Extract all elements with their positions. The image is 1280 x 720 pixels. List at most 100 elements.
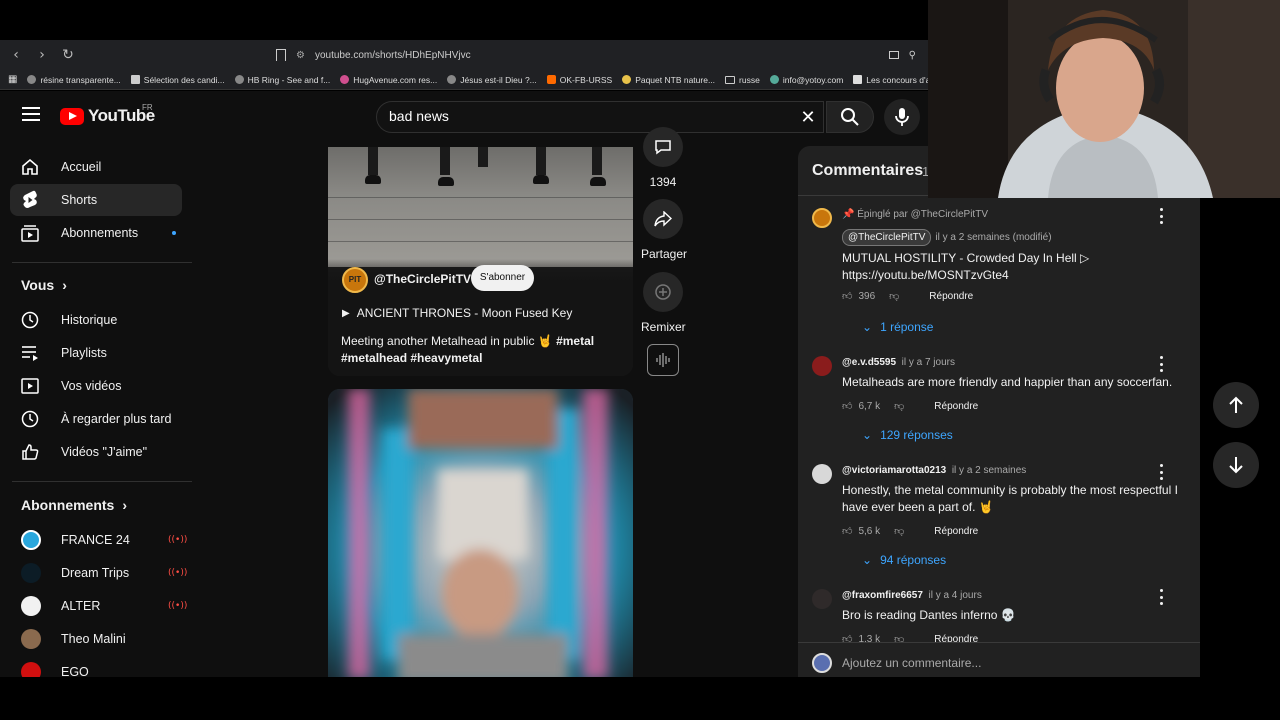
- subscription-channel[interactable]: FRANCE 24 ((•)): [10, 524, 187, 556]
- forward-icon[interactable]: ›: [34, 47, 50, 63]
- remix-action[interactable]: Remixer: [641, 272, 686, 334]
- more-options-icon[interactable]: [1156, 356, 1166, 372]
- sidebar-item-liked-videos[interactable]: Vidéos "J'aime": [10, 436, 182, 468]
- reply-button[interactable]: Répondre: [929, 291, 973, 302]
- bookmark-folder[interactable]: russe: [725, 75, 760, 85]
- live-icon: ((•)): [168, 535, 188, 545]
- channel-avatar[interactable]: PIT: [342, 267, 368, 293]
- avatar: [21, 530, 41, 550]
- bookmark-item[interactable]: résine transparente...: [27, 75, 121, 85]
- sound-button[interactable]: [647, 344, 679, 376]
- site-settings-icon[interactable]: ⚙: [296, 50, 305, 61]
- bookmark-star-icon[interactable]: [276, 49, 286, 61]
- more-options-icon[interactable]: [1156, 464, 1166, 480]
- bookmark-item[interactable]: Sélection des candi...: [130, 75, 225, 85]
- voice-search-button[interactable]: [884, 99, 920, 135]
- comment-author[interactable]: @victoriamarotta0213: [842, 465, 946, 476]
- remix-icon[interactable]: [643, 272, 683, 312]
- reply-button[interactable]: Répondre: [934, 526, 978, 537]
- search-button[interactable]: [826, 101, 874, 133]
- sidebar-item-label: Historique: [61, 313, 118, 327]
- comment-input[interactable]: Ajoutez un commentaire...: [842, 656, 981, 670]
- sidebar-item-home[interactable]: Accueil: [10, 151, 182, 183]
- subscription-channel[interactable]: Dream Trips ((•)): [10, 557, 187, 589]
- channel-name[interactable]: @TheCirclePitTV: [374, 272, 471, 286]
- reload-icon[interactable]: ↻: [60, 47, 76, 63]
- share-action[interactable]: Partager: [641, 199, 687, 261]
- apps-grid-icon[interactable]: ▦: [8, 74, 17, 85]
- subscription-channel[interactable]: EGO: [10, 656, 182, 677]
- sidebar-item-shorts[interactable]: Shorts: [10, 184, 182, 216]
- search-box[interactable]: bad news ✕: [376, 101, 824, 133]
- bookmark-favicon-icon: [234, 75, 244, 84]
- view-replies-button[interactable]: ⌄ 1 réponse: [862, 320, 933, 334]
- play-icon: ▶: [342, 307, 350, 319]
- clear-search-icon[interactable]: ✕: [797, 106, 819, 128]
- sidebar-item-watch-later[interactable]: À regarder plus tard: [10, 403, 182, 435]
- avatar[interactable]: [812, 589, 832, 609]
- bookmark-item[interactable]: Jésus est-il Dieu ?...: [447, 75, 537, 85]
- avatar[interactable]: [812, 464, 832, 484]
- add-comment-box[interactable]: Ajoutez un commentaire...: [798, 642, 1200, 677]
- bookmark-item[interactable]: HB Ring - See and f...: [234, 75, 330, 85]
- short-video-player[interactable]: PIT @TheCirclePitTV S'abonner ▶ ANCIENT …: [328, 147, 633, 376]
- bookmark-item[interactable]: info@yotoy.com: [769, 75, 843, 85]
- you-section-heading[interactable]: Vous ›: [21, 277, 67, 293]
- address-bar[interactable]: ⚙ youtube.com/shorts/HDhEpNHVjvc ⚲: [276, 44, 916, 66]
- like-icon[interactable]: 👍︎: [842, 525, 852, 537]
- comment-icon[interactable]: [643, 127, 683, 167]
- like-icon[interactable]: 👍︎: [842, 290, 852, 302]
- dislike-icon[interactable]: 👎︎: [894, 400, 904, 412]
- back-icon[interactable]: ‹: [8, 47, 24, 63]
- url-text[interactable]: youtube.com/shorts/HDhEpNHVjvc: [315, 50, 471, 61]
- cast-icon[interactable]: [888, 51, 899, 59]
- zoom-icon[interactable]: ⚲: [909, 50, 916, 61]
- channel-name: EGO: [61, 665, 89, 677]
- like-icon[interactable]: 👍︎: [842, 400, 852, 412]
- next-short-preview[interactable]: [328, 389, 633, 677]
- shorts-icon: [20, 190, 40, 210]
- search-input[interactable]: bad news: [389, 108, 449, 124]
- comment-author[interactable]: @fraxomfire6657: [842, 590, 923, 601]
- avatar: [21, 662, 41, 677]
- bookmark-favicon-icon: [340, 75, 350, 84]
- dislike-icon[interactable]: 👎︎: [894, 525, 904, 537]
- avatar[interactable]: [812, 356, 832, 376]
- sidebar-item-subscriptions[interactable]: Abonnements: [10, 217, 182, 249]
- sidebar-item-history[interactable]: Historique: [10, 304, 182, 336]
- subscribe-button[interactable]: S'abonner: [471, 265, 534, 291]
- bookmark-item[interactable]: Paquet NTB nature...: [622, 75, 715, 85]
- sidebar-item-your-videos[interactable]: Vos vidéos: [10, 370, 182, 402]
- avatar[interactable]: [812, 208, 832, 228]
- music-link[interactable]: ▶ ANCIENT THRONES - Moon Fused Key: [342, 306, 572, 320]
- youtube-logo[interactable]: YouTube: [60, 106, 155, 126]
- previous-short-button[interactable]: [1213, 382, 1259, 428]
- bookmark-item[interactable]: Les concours d'a: [853, 75, 930, 85]
- sidebar-item-playlists[interactable]: Playlists: [10, 337, 182, 369]
- view-replies-button[interactable]: ⌄ 94 réponses: [862, 553, 946, 567]
- section-title: Vous: [21, 277, 55, 293]
- bookmark-item[interactable]: HugAvenue.com res...: [340, 75, 437, 85]
- view-replies-button[interactable]: ⌄ 129 réponses: [862, 428, 953, 442]
- bookmark-item[interactable]: OK-FB-URSS: [546, 75, 612, 85]
- comment-author[interactable]: @e.v.d5595: [842, 357, 896, 368]
- reply-button[interactable]: Répondre: [934, 401, 978, 412]
- chevron-down-icon: ⌄: [862, 320, 873, 334]
- author-badge[interactable]: @TheCirclePitTV: [842, 229, 932, 246]
- hashtag[interactable]: #metal: [556, 334, 594, 348]
- share-icon[interactable]: [643, 199, 683, 239]
- hashtag[interactable]: #metalhead #heavymetal: [341, 351, 482, 365]
- like-count: 5,6 k: [858, 525, 881, 537]
- subscription-channel[interactable]: ALTER ((•)): [10, 590, 187, 622]
- chevron-down-icon: ⌄: [862, 553, 873, 567]
- more-options-icon[interactable]: [1156, 208, 1166, 224]
- subscriptions-section-heading[interactable]: Abonnements ›: [21, 497, 127, 513]
- subscription-channel[interactable]: Theo Malini: [10, 623, 182, 655]
- comments-action[interactable]: 1394: [641, 127, 685, 189]
- dislike-icon[interactable]: 👎︎: [889, 290, 899, 302]
- more-options-icon[interactable]: [1156, 589, 1166, 605]
- comment-link[interactable]: https://youtu.be/MOSNTzvGte4: [842, 268, 1009, 282]
- like-count: 6,7 k: [858, 400, 881, 412]
- next-short-button[interactable]: [1213, 442, 1259, 488]
- menu-icon[interactable]: [22, 107, 40, 121]
